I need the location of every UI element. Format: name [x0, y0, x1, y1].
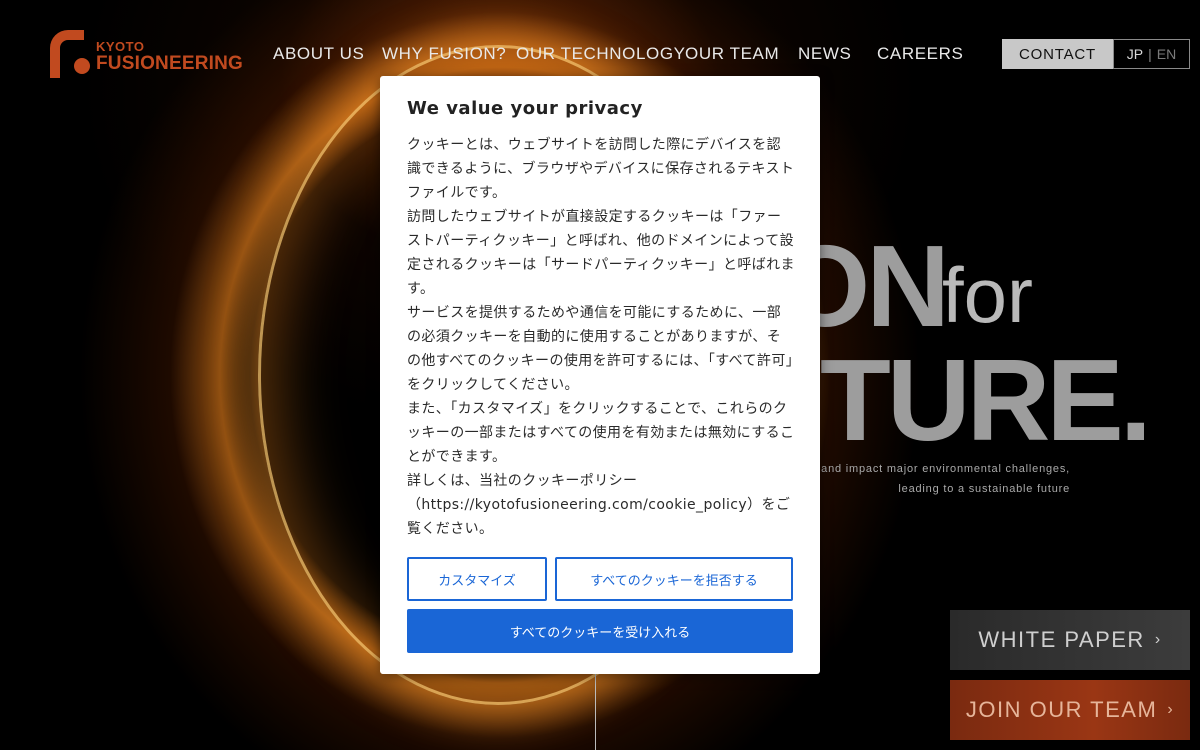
- hero-subtitle-line2: leading to a sustainable future: [898, 483, 1070, 495]
- join-our-team-banner[interactable]: JOIN OUR TEAM ›: [950, 680, 1190, 740]
- language-switcher: JP | EN: [1113, 39, 1190, 69]
- lang-separator: |: [1148, 46, 1152, 62]
- cookie-paragraph: 詳しくは、当社のクッキーポリシー（https://kyotofusioneeri…: [407, 473, 791, 537]
- cookie-paragraph: サービスを提供するためや通信を可能にするために、一部の必須クッキーを自動的に使用…: [407, 305, 794, 393]
- logo-text-kyoto: KYOTO: [96, 39, 145, 54]
- reject-all-cookies-button[interactable]: すべてのクッキーを拒否する: [555, 557, 793, 601]
- nav-our-team[interactable]: OUR TEAM: [685, 44, 779, 64]
- hero-subtitle-line1: ry and impact major environmental challe…: [806, 463, 1070, 475]
- chevron-right-icon: ›: [1167, 701, 1175, 718]
- nav-why-fusion[interactable]: WHY FUSION?: [382, 44, 506, 64]
- cookie-dialog-body: クッキーとは、ウェブサイトを訪問した際にデバイスを認識できるように、ブラウザやデ…: [407, 133, 795, 541]
- lang-jp-link[interactable]: JP: [1127, 46, 1143, 62]
- cookie-paragraph: クッキーとは、ウェブサイトを訪問した際にデバイスを認識できるように、ブラウザやデ…: [407, 137, 795, 201]
- white-paper-label: WHITE PAPER: [978, 627, 1145, 652]
- logo-mark-icon: [50, 30, 90, 78]
- nav-our-technology[interactable]: OUR TECHNOLOGY: [516, 44, 686, 64]
- contact-button[interactable]: CONTACT: [1002, 39, 1113, 69]
- scroll-indicator-line: [595, 672, 596, 750]
- nav-careers[interactable]: CAREERS: [877, 44, 963, 64]
- join-our-team-label: JOIN OUR TEAM: [965, 697, 1158, 722]
- chevron-right-icon: ›: [1154, 631, 1162, 648]
- lang-en-link[interactable]: EN: [1157, 46, 1176, 62]
- hero-headline-line2: TURE.: [820, 335, 1152, 465]
- customize-button[interactable]: カスタマイズ: [407, 557, 547, 601]
- nav-news[interactable]: NEWS: [798, 44, 851, 64]
- hero-headline-for: for: [942, 251, 1034, 339]
- logo-text-fusioneering: FUSIONEERING: [96, 53, 244, 74]
- site-logo[interactable]: KYOTO FUSIONEERING: [50, 30, 244, 80]
- white-paper-banner[interactable]: WHITE PAPER ›: [950, 610, 1190, 670]
- cookie-dialog-title: We value your privacy: [407, 98, 643, 119]
- cookie-paragraph: 訪問したウェブサイトが直接設定するクッキーは「ファーストパーティクッキー」と呼ば…: [407, 209, 795, 297]
- cookie-consent-dialog: We value your privacy クッキーとは、ウェブサイトを訪問した…: [380, 76, 820, 674]
- accept-all-cookies-button[interactable]: すべてのクッキーを受け入れる: [407, 609, 793, 653]
- nav-about-us[interactable]: ABOUT US: [273, 44, 364, 64]
- cookie-paragraph: また、「カスタマイズ」をクリックすることで、これらのクッキーの一部またはすべての…: [407, 401, 795, 465]
